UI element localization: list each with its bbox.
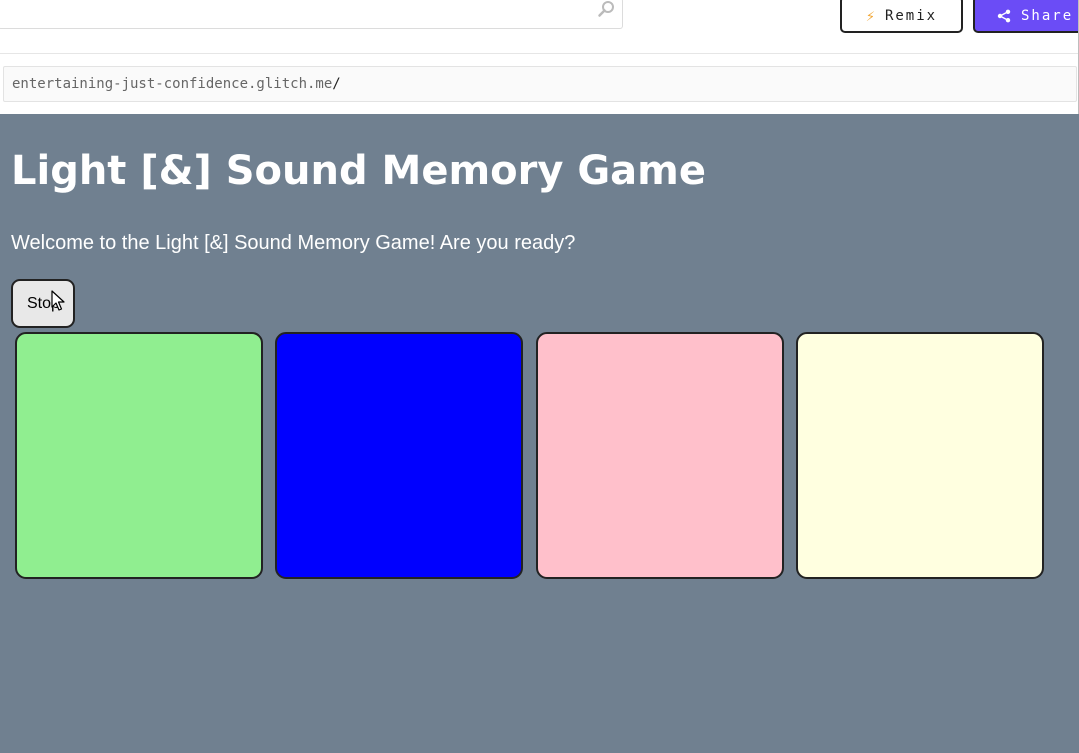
url-path: / bbox=[332, 76, 341, 92]
remix-label: Remix bbox=[884, 7, 938, 24]
page-title: Light [&] Sound Memory Game bbox=[11, 148, 706, 194]
game-page: Light [&] Sound Memory Game Welcome to t… bbox=[0, 114, 1079, 753]
search-input[interactable] bbox=[0, 0, 623, 29]
glitch-toolbar: ⚡ Remix Share bbox=[0, 0, 1079, 54]
search-icon bbox=[598, 1, 614, 17]
share-icon bbox=[997, 9, 1011, 22]
url-host: entertaining-just-confidence.glitch.me bbox=[12, 76, 333, 92]
welcome-text: Welcome to the Light [&] Sound Memory Ga… bbox=[11, 232, 576, 254]
lightning-bolt-icon: ⚡ bbox=[865, 6, 875, 25]
share-button[interactable]: Share bbox=[973, 0, 1079, 33]
game-button-2[interactable] bbox=[275, 332, 523, 579]
remix-button[interactable]: ⚡ Remix bbox=[840, 0, 963, 33]
game-button-4[interactable] bbox=[796, 332, 1044, 579]
stop-button[interactable]: Stop bbox=[11, 279, 75, 328]
game-button-3[interactable] bbox=[536, 332, 784, 579]
mouse-cursor-icon bbox=[51, 290, 65, 311]
url-bar[interactable]: entertaining-just-confidence.glitch.me / bbox=[3, 66, 1077, 102]
share-label: Share bbox=[1021, 7, 1074, 24]
game-button-1[interactable] bbox=[15, 332, 263, 579]
